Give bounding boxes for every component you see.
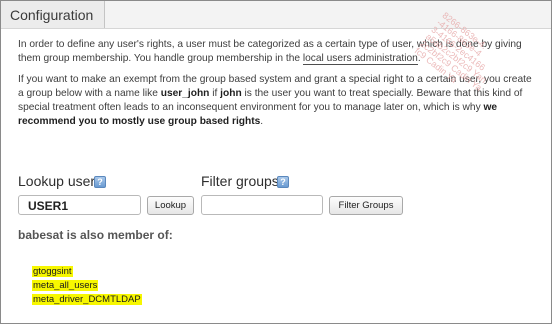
exemption-text-2: if bbox=[209, 88, 221, 99]
filter-groups-label: Filter groups bbox=[201, 173, 279, 189]
tab-configuration[interactable]: Configuration bbox=[1, 1, 105, 28]
example-user-name: john bbox=[220, 88, 242, 99]
filter-groups-button[interactable]: Filter Groups bbox=[329, 196, 403, 215]
group-list: gtoggsint meta_all_users meta_driver_DCM… bbox=[32, 265, 142, 307]
help-icon[interactable]: ? bbox=[94, 176, 106, 188]
lookup-user-input[interactable]: USER1 bbox=[18, 195, 141, 215]
group-name: meta_driver_DCMTLDAP bbox=[32, 294, 142, 305]
panel-header: Configuration bbox=[1, 1, 551, 29]
filter-groups-input[interactable] bbox=[201, 195, 323, 215]
group-item[interactable]: meta_all_users bbox=[32, 279, 142, 293]
group-item[interactable]: gtoggsint bbox=[32, 265, 142, 279]
panel-title: Configuration bbox=[10, 7, 94, 23]
configuration-panel: Configuration In order to define any use… bbox=[0, 0, 552, 324]
group-item[interactable]: meta_driver_DCMTLDAP bbox=[32, 293, 142, 307]
example-group-name: user_john bbox=[160, 88, 210, 99]
membership-heading: babesat is also member of: bbox=[18, 228, 173, 242]
group-name: gtoggsint bbox=[32, 266, 73, 277]
watermark: 8266-863e-4. -4166-863e-4 3-4166-2ec4166… bbox=[391, 10, 551, 168]
help-icon[interactable]: ? bbox=[277, 176, 289, 188]
group-name: meta_all_users bbox=[32, 280, 99, 291]
exemption-text-end: . bbox=[260, 116, 264, 127]
lookup-button[interactable]: Lookup bbox=[147, 196, 194, 215]
lookup-user-label: Lookup user bbox=[18, 173, 96, 189]
local-users-administration-link[interactable]: local users administration bbox=[302, 53, 418, 65]
